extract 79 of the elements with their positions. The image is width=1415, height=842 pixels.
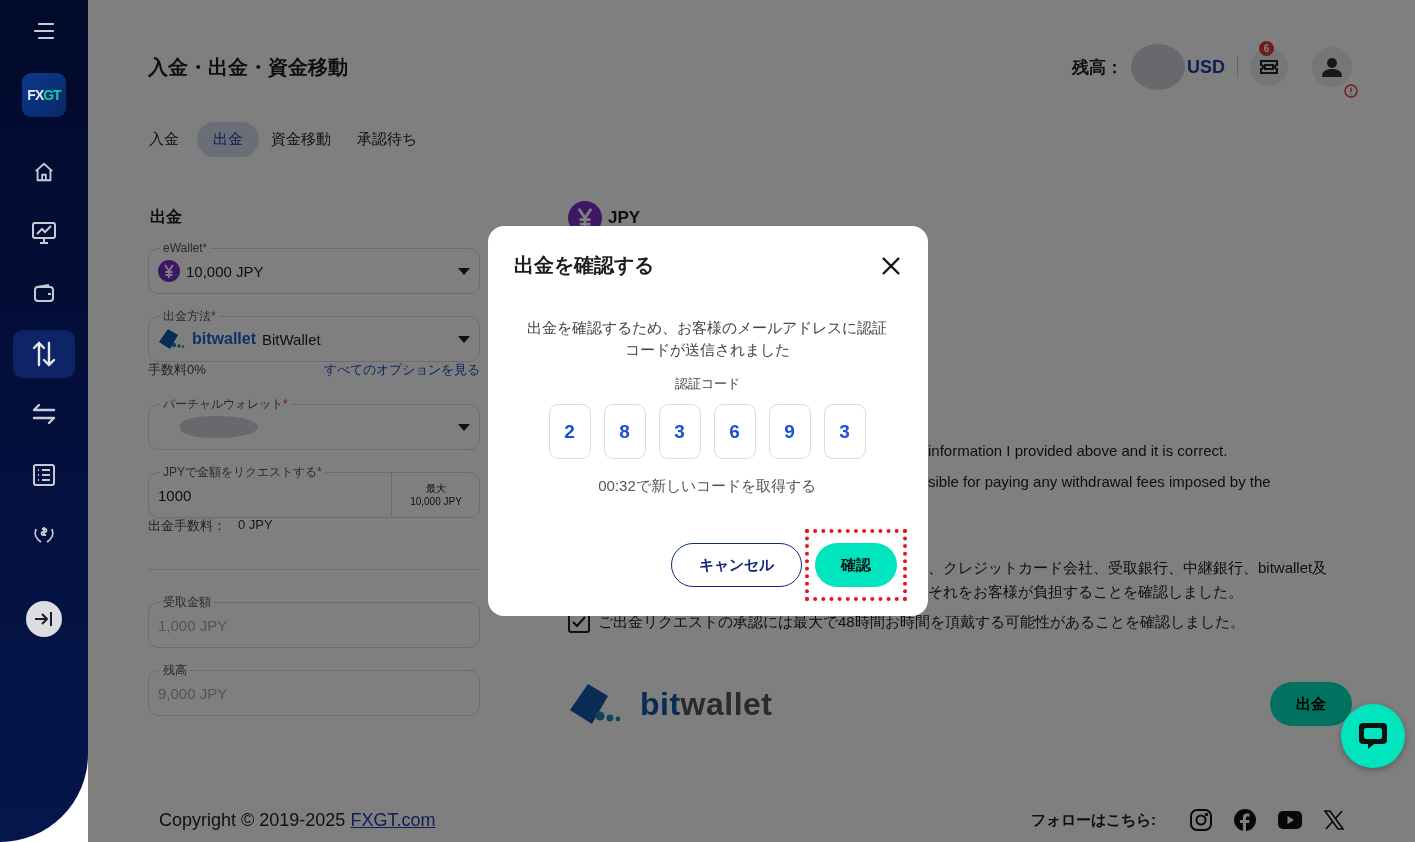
section-title: 出金	[150, 207, 183, 227]
list-icon	[33, 463, 55, 486]
terms-text: 、クレジットカード会社、受取銀行、中継銀行、bitwallet及	[928, 558, 1328, 578]
page-title: 入金・出金・資金移動	[148, 54, 349, 80]
caret-icon	[458, 335, 470, 343]
menu-icon[interactable]	[33, 22, 55, 40]
terms-text: sible for paying any withdrawal fees imposed by the	[928, 472, 1271, 492]
cancel-button[interactable]: キャンセル	[671, 543, 802, 587]
wallet-icon	[33, 283, 55, 303]
code-label: 認証コード	[674, 375, 740, 393]
virtual-wallet-select[interactable]: バーチャルウォレット*	[148, 395, 480, 450]
brand-name: bitwallet	[192, 330, 256, 348]
field-label: JPYで金額をリクエストする*	[160, 464, 325, 480]
field-label: バーチャルウォレット*	[160, 396, 291, 412]
terms-text: それをお客様が負担することを確認しました。	[928, 582, 1243, 602]
field-label: 受取金額	[160, 594, 214, 610]
confirm-button[interactable]: 確認	[815, 543, 897, 587]
dialog-message: 出金を確認するため、お客様のメールアドレスに認証コードが送信されました	[526, 318, 888, 360]
up-down-arrows-icon	[32, 340, 56, 367]
collapse-button[interactable]	[26, 601, 62, 637]
tab[interactable]: 資金移動	[263, 122, 347, 157]
field-value: 1000	[158, 486, 193, 504]
resend-text: 00:32で新しいコードを取得する	[598, 477, 816, 496]
code-digit-field[interactable]: 8	[603, 404, 646, 459]
bitwallet-logo: bitwallet	[568, 681, 773, 727]
max-label: 最大	[426, 482, 446, 495]
dialog-title: 出金を確認する	[514, 253, 654, 278]
home-icon	[33, 161, 55, 183]
user-button[interactable]	[1312, 47, 1352, 87]
follow-label: フォローはこちら:	[1031, 810, 1156, 830]
check-icon	[572, 616, 586, 628]
site-link[interactable]: FXGT.com	[350, 809, 436, 831]
youtube-icon[interactable]	[1278, 811, 1302, 829]
warning-icon	[1344, 84, 1358, 98]
currency-name: JPY	[608, 208, 641, 228]
wallet-card-icon	[158, 328, 186, 350]
close-icon[interactable]	[882, 256, 900, 275]
chat-button[interactable]	[1341, 704, 1405, 768]
field-value: BitWallet	[262, 330, 321, 348]
x-icon[interactable]	[1324, 810, 1344, 830]
redacted-value	[1131, 44, 1185, 90]
balance-currency: USD	[1187, 56, 1225, 78]
copyright-text: Copyright © 2019-2025	[159, 809, 346, 831]
withdraw-button[interactable]: 出金	[1270, 682, 1352, 726]
yen-icon	[158, 260, 180, 282]
field-label: 残高	[160, 662, 190, 678]
swap-arrows-icon	[32, 404, 56, 424]
user-icon	[1322, 57, 1342, 77]
fee-rate: 手数料0%	[148, 361, 206, 379]
tab[interactable]: 承認待ち	[349, 122, 433, 157]
code-digit-field[interactable]: 3	[823, 404, 866, 459]
balance-label: 残高：	[1072, 56, 1123, 79]
code-digit-field[interactable]: 2	[548, 404, 591, 459]
chart-monitor-icon	[31, 220, 57, 245]
max-value: 10,000 JPY	[410, 495, 462, 508]
tab[interactable]: 入金	[141, 122, 195, 157]
field-label: 出金方法*	[160, 308, 219, 324]
amount-field[interactable]: JPYで金額をリクエストする* 1000 最大 10,000 JPY	[148, 463, 480, 518]
fee-label: 出金手数料：	[148, 517, 226, 535]
terms-text: information I provided above and it is correct.	[928, 441, 1228, 461]
tab[interactable]: 出金	[197, 122, 259, 157]
collapse-icon	[34, 611, 54, 627]
caret-icon	[458, 423, 470, 431]
hands-dollar-icon	[33, 525, 55, 545]
code-digit-field[interactable]: 3	[658, 404, 701, 459]
code-digit-field[interactable]: 9	[768, 404, 811, 459]
method-select[interactable]: 出金方法* bitwallet BitWallet	[148, 307, 480, 362]
field-value: 10,000 JPY	[186, 262, 264, 280]
nav-transfer-button[interactable]	[13, 329, 75, 378]
fee-value: 0 JPY	[238, 517, 273, 534]
fxgt-logo[interactable]: FXGT	[22, 73, 66, 117]
options-link[interactable]: すべてのオプションを見る	[324, 361, 480, 379]
ewallet-select[interactable]: eWallet* 10,000 JPY	[148, 239, 480, 294]
chat-icon	[1357, 720, 1389, 752]
caret-icon	[458, 267, 470, 275]
code-digit-field[interactable]: 6	[713, 404, 756, 459]
facebook-icon[interactable]	[1234, 809, 1256, 831]
ticket-icon	[1259, 60, 1279, 74]
instagram-icon[interactable]	[1190, 809, 1212, 831]
